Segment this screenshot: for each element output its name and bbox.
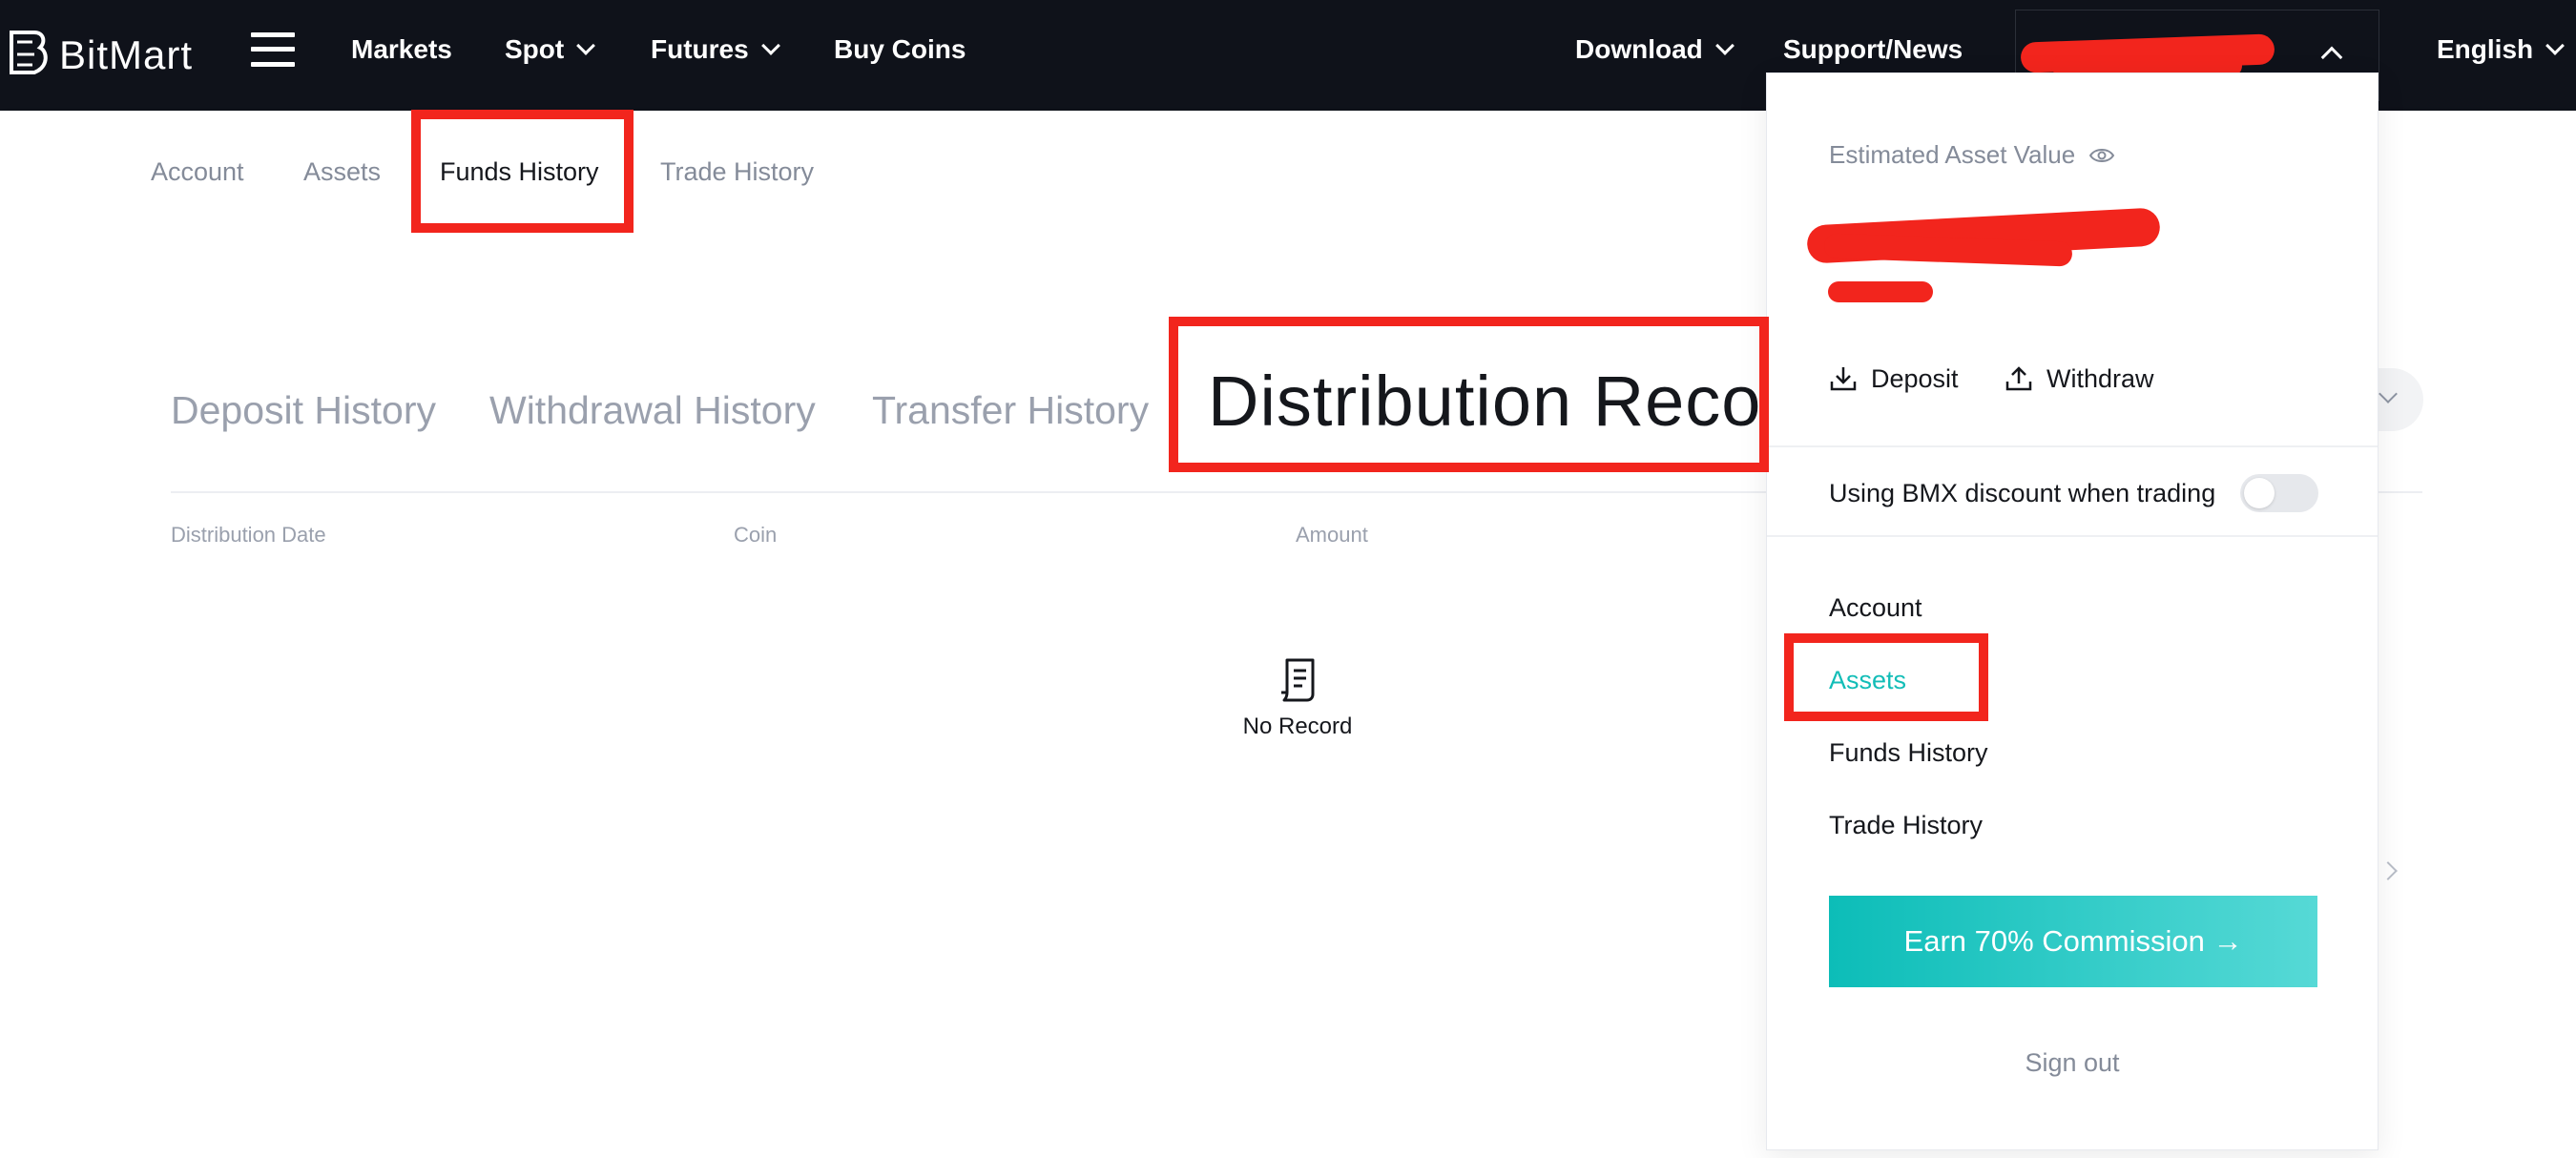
bmx-discount-toggle[interactable] [2240, 474, 2318, 512]
subnav-account[interactable]: Account [151, 111, 244, 233]
sign-out-link[interactable]: Sign out [1767, 1048, 2378, 1078]
redacted-asset-value-sub [1828, 281, 1933, 302]
nav-buy-coins-label: Buy Coins [834, 34, 966, 64]
bmx-discount-label: Using BMX discount when trading [1829, 478, 2216, 507]
highlight-assets-link [1784, 633, 1988, 721]
document-icon [1281, 658, 1315, 702]
brand-name: BitMart [59, 32, 194, 77]
download-icon [1830, 367, 1857, 391]
nav-markets-label: Markets [351, 34, 452, 64]
page: BitMart Markets Spot Futures Buy Coins D… [0, 0, 2576, 1158]
nav-download[interactable]: Download [1575, 0, 1735, 99]
nav-support-news-label: Support/News [1783, 34, 1963, 64]
bitmart-logo[interactable]: BitMart [6, 25, 193, 86]
nav-futures-label: Futures [651, 34, 749, 64]
toggle-knob [2244, 478, 2275, 508]
highlight-funds-history [411, 110, 634, 233]
estimated-asset-value-text: Estimated Asset Value [1829, 140, 2076, 169]
chevron-down-icon [760, 36, 780, 55]
subnav-trade-history[interactable]: Trade History [660, 111, 814, 233]
deposit-button[interactable]: Deposit [1829, 360, 1959, 398]
account-dropdown-menu: Estimated Asset Value Deposit Withdraw U [1766, 72, 2379, 1150]
highlight-distribution-records [1169, 317, 1769, 472]
withdraw-button[interactable]: Withdraw [2005, 360, 2154, 398]
nav-futures[interactable]: Futures [651, 0, 780, 99]
nav-buy-coins[interactable]: Buy Coins [834, 0, 966, 99]
deposit-label: Deposit [1871, 363, 1959, 393]
subnav-assets[interactable]: Assets [303, 111, 381, 233]
nav-markets[interactable]: Markets [351, 0, 452, 99]
nav-language-label: English [2437, 34, 2534, 64]
no-record-text: No Record [1242, 713, 1353, 739]
column-distribution-date: Distribution Date [171, 523, 326, 547]
nav-spot-label: Spot [505, 34, 565, 64]
dropdown-divider [1767, 445, 2378, 447]
dropdown-link-funds-history[interactable]: Funds History [1829, 734, 1988, 772]
column-coin: Coin [734, 523, 778, 547]
chevron-down-icon [2545, 36, 2566, 55]
nav-spot[interactable]: Spot [505, 0, 596, 99]
upload-icon [2005, 366, 2032, 391]
dropdown-link-account[interactable]: Account [1829, 589, 1922, 627]
tab-deposit-history[interactable]: Deposit History [171, 372, 436, 448]
nav-download-label: Download [1575, 34, 1703, 64]
withdraw-label: Withdraw [2046, 363, 2154, 393]
dropdown-divider [1767, 535, 2378, 537]
tab-transfer-history[interactable]: Transfer History [872, 372, 1149, 448]
eye-icon[interactable] [2088, 147, 2115, 164]
chevron-down-icon [576, 36, 596, 55]
chevron-down-icon [1714, 36, 1735, 55]
tab-withdrawal-history[interactable]: Withdrawal History [489, 372, 816, 448]
column-amount: Amount [1296, 523, 1368, 547]
earn-commission-button[interactable]: Earn 70% Commission → [1829, 896, 2317, 987]
empty-state: No Record [1231, 656, 1364, 740]
estimated-asset-value-label: Estimated Asset Value [1829, 140, 2115, 170]
nav-language[interactable]: English [2437, 0, 2566, 99]
menu-icon[interactable] [251, 32, 295, 67]
bitmart-logo-icon [10, 31, 48, 74]
dropdown-link-trade-history[interactable]: Trade History [1829, 806, 1983, 844]
